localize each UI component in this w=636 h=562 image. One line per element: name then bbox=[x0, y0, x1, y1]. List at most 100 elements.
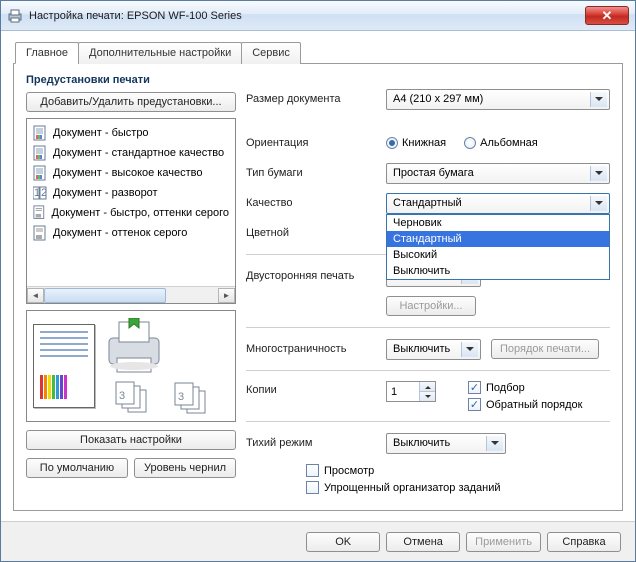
dialog-footer: OK Отмена Применить Справка bbox=[1, 521, 635, 561]
portrait-label: Книжная bbox=[402, 137, 446, 149]
chevron-down-icon bbox=[590, 166, 607, 181]
separator bbox=[246, 421, 610, 422]
preset-label: Документ - разворот bbox=[53, 187, 158, 199]
tab-advanced[interactable]: Дополнительные настройки bbox=[78, 42, 242, 64]
quiet-value: Выключить bbox=[393, 437, 450, 449]
help-button[interactable]: Справка bbox=[547, 532, 621, 552]
multipage-select[interactable]: Выключить bbox=[386, 339, 481, 360]
tab-main[interactable]: Главное bbox=[15, 42, 79, 64]
page-preview-icon bbox=[33, 324, 95, 408]
separator bbox=[246, 370, 610, 371]
paper-type-value: Простая бумага bbox=[393, 167, 474, 179]
landscape-label: Альбомная bbox=[480, 137, 538, 149]
quality-option[interactable]: Черновик bbox=[387, 215, 609, 231]
paper-type-label: Тип бумаги bbox=[246, 167, 386, 179]
left-column: Предустановки печати Добавить/Удалить пр… bbox=[26, 74, 236, 498]
spinner-down[interactable] bbox=[419, 392, 435, 401]
checkbox-off-icon bbox=[306, 464, 319, 477]
chevron-down-icon bbox=[590, 196, 607, 211]
duplex-settings-button[interactable]: Настройки... bbox=[386, 296, 476, 316]
collate-label: Подбор bbox=[486, 382, 525, 394]
orientation-label: Ориентация bbox=[246, 137, 386, 149]
apply-button[interactable]: Применить bbox=[466, 532, 541, 552]
quality-dropdown[interactable]: Черновик Стандартный Высокий Выключить bbox=[386, 214, 610, 280]
preset-label: Документ - высокое качество bbox=[53, 167, 202, 179]
svg-text:3: 3 bbox=[119, 390, 125, 402]
preset-label: Документ - оттенок серого bbox=[53, 227, 187, 239]
preview-pane: 123 123 bbox=[26, 310, 236, 422]
scroll-right-arrow[interactable]: ► bbox=[218, 288, 235, 303]
scroll-left-arrow[interactable]: ◄ bbox=[27, 288, 44, 303]
preset-item[interactable]: Документ - быстро, оттенки серого bbox=[27, 203, 235, 223]
show-settings-button[interactable]: Показать настройки bbox=[26, 430, 236, 450]
preset-item[interactable]: 12Документ - разворот bbox=[27, 183, 235, 203]
copies-spinner[interactable]: 1 bbox=[386, 381, 436, 402]
scroll-track[interactable] bbox=[44, 288, 218, 303]
quality-label: Качество bbox=[246, 197, 386, 209]
reverse-order-checkbox[interactable]: Обратный порядок bbox=[468, 398, 582, 411]
quiet-mode-select[interactable]: Выключить bbox=[386, 433, 506, 454]
preset-list[interactable]: Документ - быстро Документ - стандартное… bbox=[26, 118, 236, 304]
checkbox-off-icon bbox=[306, 481, 319, 494]
svg-text:3: 3 bbox=[178, 391, 184, 403]
document-icon bbox=[33, 165, 47, 181]
quality-option[interactable]: Выключить bbox=[387, 263, 609, 279]
tab-service[interactable]: Сервис bbox=[241, 42, 301, 64]
doc-size-label: Размер документа bbox=[246, 93, 386, 105]
simple-org-label: Упрощенный организатор заданий bbox=[324, 482, 501, 494]
doc-size-value: A4 (210 x 297 мм) bbox=[393, 93, 483, 105]
document-gray-icon bbox=[33, 205, 46, 221]
quality-select[interactable]: Стандартный bbox=[386, 193, 610, 214]
checkbox-on-icon bbox=[468, 398, 481, 411]
color-label: Цветной bbox=[246, 227, 386, 239]
doc-size-select[interactable]: A4 (210 x 297 мм) bbox=[386, 89, 610, 110]
right-column: Размер документа A4 (210 x 297 мм) Ориен… bbox=[246, 74, 610, 498]
page-order-button[interactable]: Порядок печати... bbox=[491, 339, 599, 359]
quality-value: Стандартный bbox=[393, 197, 462, 209]
printer-preview-icon bbox=[103, 318, 165, 376]
tabstrip: Главное Дополнительные настройки Сервис bbox=[15, 42, 623, 64]
spinner-up[interactable] bbox=[419, 382, 435, 392]
quality-option[interactable]: Стандартный bbox=[387, 231, 609, 247]
defaults-button[interactable]: По умолчанию bbox=[26, 458, 128, 478]
copies-value: 1 bbox=[391, 386, 397, 398]
simple-organizer-checkbox[interactable]: Упрощенный организатор заданий bbox=[306, 481, 610, 494]
add-remove-presets-button[interactable]: Добавить/Удалить предустановки... bbox=[26, 92, 236, 112]
ink-levels-button[interactable]: Уровень чернил bbox=[134, 458, 236, 478]
preset-label: Документ - быстро bbox=[53, 127, 149, 139]
window-title: Настройка печати: EPSON WF-100 Series bbox=[29, 10, 585, 22]
preview-checkbox[interactable]: Просмотр bbox=[306, 464, 610, 477]
chevron-down-icon bbox=[590, 92, 607, 107]
preset-item[interactable]: Документ - высокое качество bbox=[27, 163, 235, 183]
orientation-portrait-radio[interactable]: Книжная bbox=[386, 137, 446, 149]
preset-item[interactable]: Документ - стандартное качество bbox=[27, 143, 235, 163]
preset-item[interactable]: Документ - быстро bbox=[27, 123, 235, 143]
collate-preview-icon: 123 bbox=[114, 380, 154, 414]
horizontal-scrollbar[interactable]: ◄ ► bbox=[27, 286, 235, 303]
preset-label: Документ - стандартное качество bbox=[53, 147, 224, 159]
multipage-value: Выключить bbox=[393, 343, 450, 355]
reverse-preview-icon: 123 bbox=[173, 381, 213, 415]
checkbox-on-icon bbox=[468, 381, 481, 394]
chevron-down-icon bbox=[461, 342, 478, 357]
cancel-button[interactable]: Отмена bbox=[386, 532, 460, 552]
scroll-thumb[interactable] bbox=[44, 288, 166, 303]
close-button[interactable]: ✕ bbox=[585, 6, 629, 25]
collate-checkbox[interactable]: Подбор bbox=[468, 381, 582, 394]
radio-off-icon bbox=[464, 137, 476, 149]
chevron-down-icon bbox=[486, 436, 503, 451]
paper-type-select[interactable]: Простая бумага bbox=[386, 163, 610, 184]
printer-icon bbox=[7, 8, 23, 24]
reverse-label: Обратный порядок bbox=[486, 399, 582, 411]
copies-label: Копии bbox=[246, 381, 386, 396]
quiet-mode-label: Тихий режим bbox=[246, 437, 386, 449]
svg-text:1: 1 bbox=[34, 187, 40, 199]
preset-item[interactable]: Документ - оттенок серого bbox=[27, 223, 235, 243]
ok-button[interactable]: OK bbox=[306, 532, 380, 552]
quality-option[interactable]: Высокий bbox=[387, 247, 609, 263]
preview-label: Просмотр bbox=[324, 465, 374, 477]
preset-label: Документ - быстро, оттенки серого bbox=[52, 207, 229, 219]
print-dialog: Настройка печати: EPSON WF-100 Series ✕ … bbox=[0, 0, 636, 562]
orientation-landscape-radio[interactable]: Альбомная bbox=[464, 137, 538, 149]
titlebar[interactable]: Настройка печати: EPSON WF-100 Series ✕ bbox=[1, 1, 635, 31]
